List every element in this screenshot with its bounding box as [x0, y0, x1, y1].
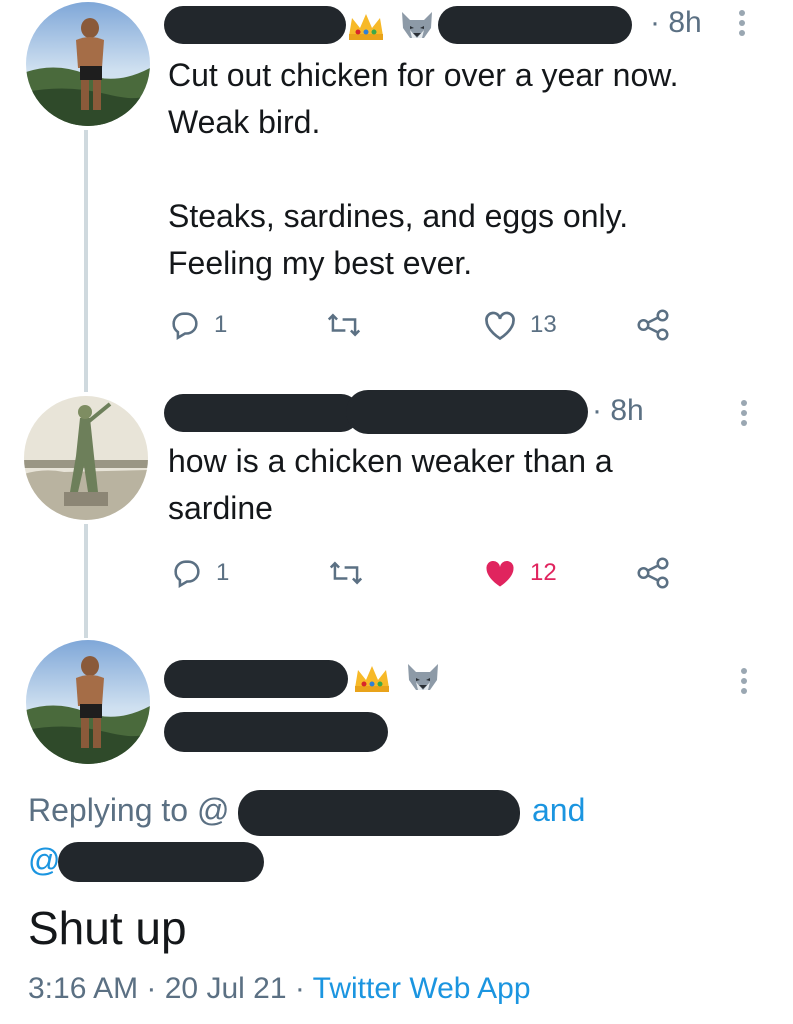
share-icon	[637, 557, 669, 589]
redacted-username	[438, 6, 632, 44]
tweet-date: 20 Jul 21	[164, 972, 287, 1005]
avatar[interactable]	[26, 2, 150, 126]
heart-filled-icon	[486, 560, 514, 587]
tweet-text: how is a chicken weaker than a sardine	[168, 443, 613, 526]
thread-line	[84, 524, 88, 638]
like-button[interactable]: 12	[482, 556, 557, 590]
share-button[interactable]	[634, 554, 672, 592]
like-button[interactable]: 13	[482, 308, 557, 342]
crown-emoji	[346, 10, 386, 47]
reply-icon	[172, 312, 198, 341]
heart-icon	[485, 311, 515, 341]
more-options-icon[interactable]	[736, 10, 748, 40]
more-options-icon[interactable]	[738, 668, 750, 698]
replying-prefix: Replying to @	[28, 792, 230, 828]
separator: ·	[294, 972, 313, 1005]
tweet-text: Shut up	[28, 902, 187, 954]
tweet-text: Cut out chicken for over a year now. Wea…	[168, 57, 679, 281]
tweet-time: · 8h	[650, 6, 702, 39]
wolf-emoji	[404, 660, 442, 699]
wolf-emoji	[398, 8, 436, 47]
redacted-username	[164, 712, 388, 752]
redacted-display-name	[164, 660, 348, 698]
retweet-icon	[327, 313, 361, 337]
avatar[interactable]	[26, 640, 150, 764]
redacted-mention[interactable]	[238, 790, 520, 836]
tweet-source-link[interactable]: Twitter Web App	[313, 972, 531, 1005]
redacted-display-name	[164, 6, 346, 44]
redacted-username	[346, 390, 588, 434]
reply-button[interactable]: 1	[168, 308, 227, 342]
tweet-time: 3:16 AM	[28, 972, 139, 1005]
crown-emoji	[352, 662, 392, 699]
redacted-mention[interactable]	[58, 842, 264, 882]
share-icon	[637, 309, 669, 341]
like-count: 13	[530, 311, 557, 338]
replying-at: @	[28, 842, 61, 878]
redacted-display-name	[164, 394, 360, 432]
retweet-icon	[329, 561, 363, 585]
separator: ·	[146, 972, 165, 1005]
tweet-time: · 8h	[592, 394, 644, 427]
reply-icon	[174, 560, 200, 589]
thread-line	[84, 130, 88, 392]
more-options-icon[interactable]	[738, 400, 750, 430]
reply-count: 1	[214, 311, 228, 338]
retweet-button[interactable]	[326, 308, 362, 342]
replying-to: Replying to @	[28, 792, 229, 829]
reply-button[interactable]: 1	[170, 556, 229, 590]
share-button[interactable]	[634, 306, 672, 344]
reply-count: 1	[216, 559, 230, 586]
retweet-button[interactable]	[328, 556, 364, 590]
like-count: 12	[530, 559, 557, 586]
avatar[interactable]	[24, 396, 148, 520]
tweet-meta: 3:16 AM · 20 Jul 21 · Twitter Web App	[28, 972, 531, 1006]
replying-and: and	[532, 792, 586, 828]
